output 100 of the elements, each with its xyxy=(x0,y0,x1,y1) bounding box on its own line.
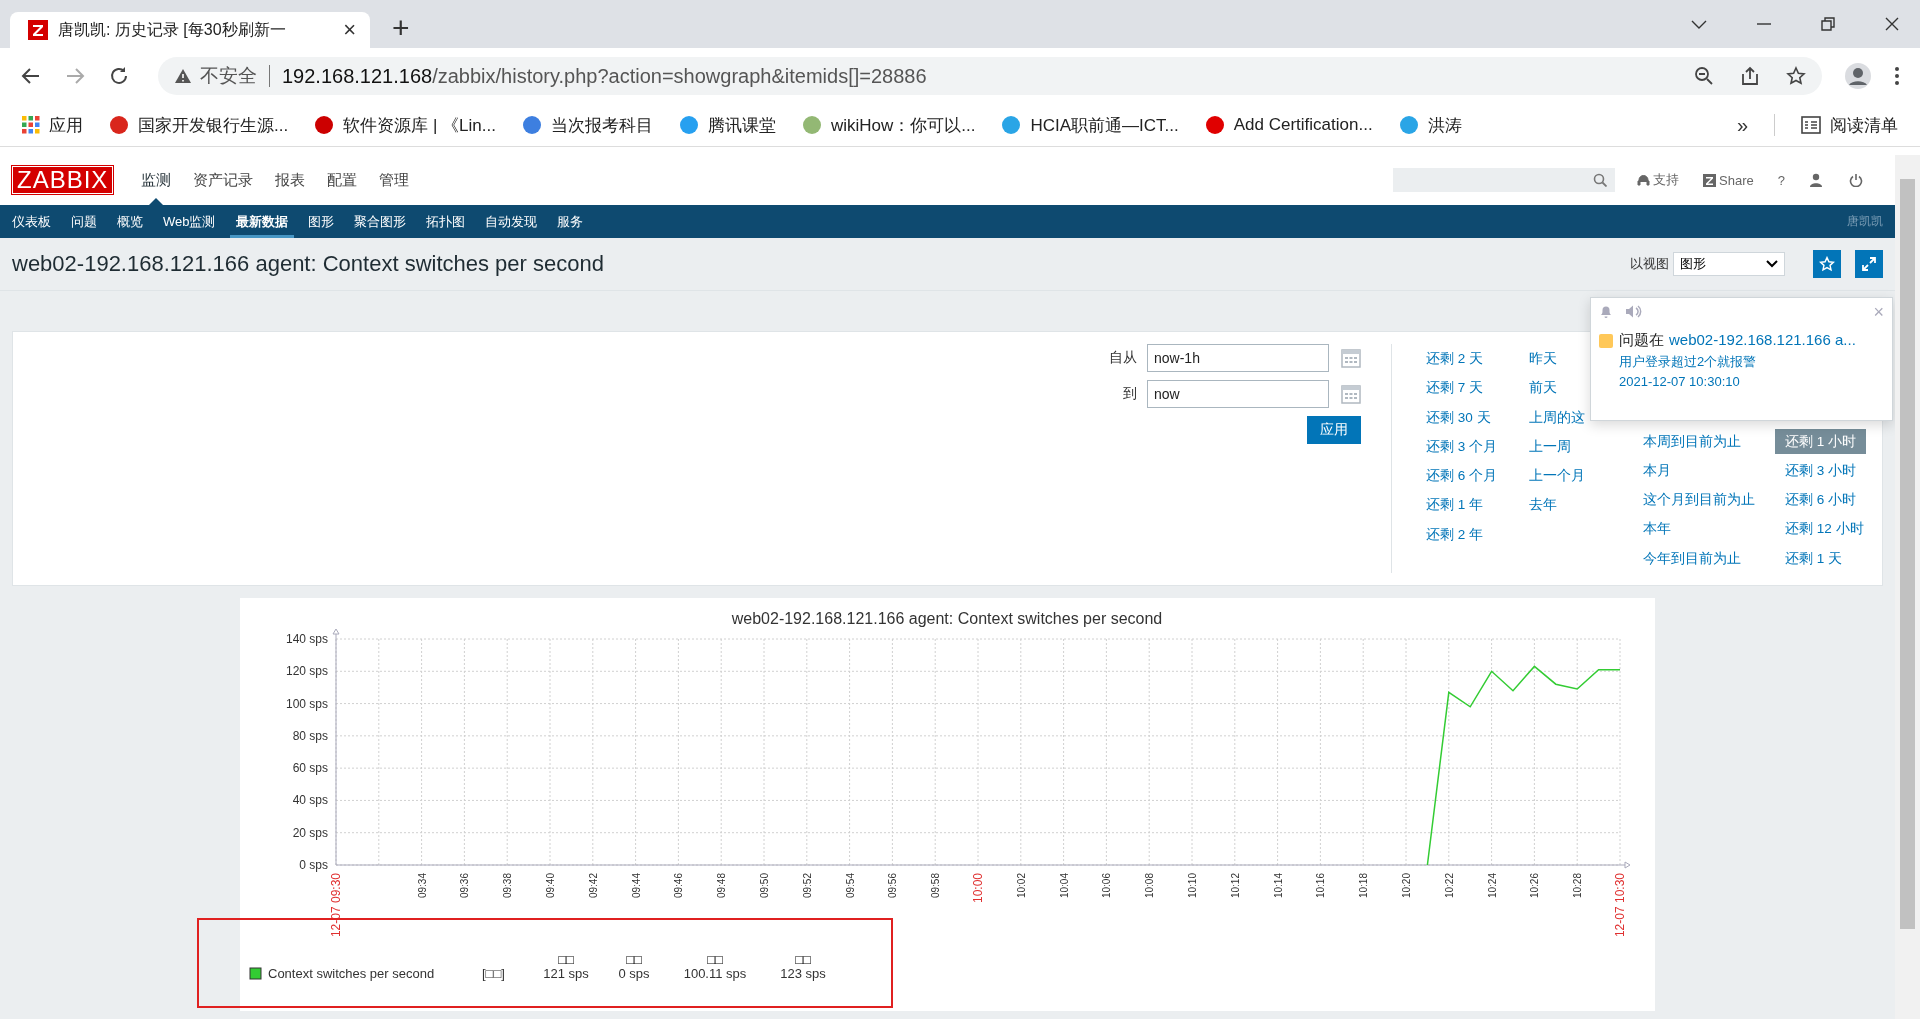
x-tick-label: 10:16 xyxy=(1315,873,1327,899)
time-range-link[interactable]: 还剩 12 小时 xyxy=(1775,514,1874,544)
time-range-link[interactable]: 还剩 2 年 xyxy=(1416,519,1493,550)
browser-tab[interactable]: 唐凯凯: 历史记录 [每30秒刷新一 × xyxy=(10,12,370,48)
host-link[interactable]: web02-192.168.121.166 a... xyxy=(1669,331,1856,350)
time-range-link[interactable]: 今年到目前为止 xyxy=(1633,543,1751,573)
share-link[interactable]: Share xyxy=(1703,172,1754,188)
submenu-item[interactable]: 图形 xyxy=(301,205,340,238)
to-label: 到 xyxy=(1123,385,1137,403)
help-link[interactable]: ? xyxy=(1777,172,1785,188)
submenu-item[interactable]: 服务 xyxy=(550,205,589,238)
from-field[interactable]: now-1h xyxy=(1147,344,1329,372)
x-tick-label: 10:22 xyxy=(1443,873,1455,899)
time-range-link[interactable]: 本周到目前为止 xyxy=(1633,426,1751,456)
main-menu-item[interactable]: 报表 xyxy=(267,155,314,205)
time-range-link[interactable]: 还剩 3 小时 xyxy=(1775,455,1866,486)
submenu-item[interactable]: 仪表板 xyxy=(6,205,57,238)
bookmark[interactable]: wikiHow：你可以... xyxy=(801,113,976,137)
view-label: 以视图 xyxy=(1630,255,1669,273)
bookmark[interactable]: 腾讯课堂 xyxy=(678,113,776,137)
main-menu-item[interactable]: 配置 xyxy=(319,155,366,205)
time-range-link[interactable]: 这个月到目前为止 xyxy=(1633,485,1765,515)
y-tick-label: 20 sps xyxy=(292,825,328,840)
search-field[interactable] xyxy=(1393,168,1616,192)
close-window-icon[interactable] xyxy=(1884,16,1900,32)
submenu-item[interactable]: 拓扑图 xyxy=(419,205,471,238)
time-range-link[interactable]: 前天 xyxy=(1519,373,1567,403)
reading-list-icon xyxy=(1801,116,1821,134)
main-menu-item[interactable]: 资产记录 xyxy=(185,155,262,205)
submenu-item[interactable]: Web监测 xyxy=(157,205,222,238)
user-icon[interactable] xyxy=(1809,173,1823,187)
x-tick-label: 09:38 xyxy=(502,873,514,899)
x-tick-label: 09:50 xyxy=(759,873,770,899)
address-bar[interactable]: 不安全 192.168.121.168/zabbix/history.php?action=showgraph&itemids[]=28886 xyxy=(158,57,1822,95)
y-tick-label: 140 sps xyxy=(285,632,328,646)
time-range-link[interactable]: 还剩 30 天 xyxy=(1416,402,1501,432)
view-select[interactable]: 图形 xyxy=(1673,252,1785,276)
scrollbar[interactable] xyxy=(1895,155,1920,1019)
search-icon xyxy=(1593,173,1608,187)
time-range-link[interactable]: 还剩 7 天 xyxy=(1416,373,1493,403)
y-tick-label: 40 sps xyxy=(292,793,328,808)
problem-link[interactable]: 用户登录超过2个就报警 xyxy=(1619,353,1856,371)
share-icon[interactable] xyxy=(1740,66,1760,86)
favorite-button[interactable] xyxy=(1813,250,1841,278)
time-range-link[interactable]: 昨天 xyxy=(1519,344,1567,374)
x-tick-label: 10:26 xyxy=(1529,873,1541,899)
profile-icon[interactable] xyxy=(1844,62,1872,90)
submenu-item[interactable]: 自动发现 xyxy=(478,205,543,238)
zabbix-logo[interactable]: ZABBIX xyxy=(12,166,114,194)
time-range-link[interactable]: 还剩 6 小时 xyxy=(1775,485,1866,515)
zoom-out-icon[interactable] xyxy=(1694,66,1714,86)
minimize-icon[interactable] xyxy=(1756,22,1772,26)
reload-icon[interactable] xyxy=(108,65,130,87)
legend-stat-header: □□ xyxy=(795,952,811,967)
time-range-link[interactable]: 上一个月 xyxy=(1519,461,1595,491)
bookmark[interactable]: 应用 xyxy=(22,113,83,137)
bookmark[interactable]: 当次报考科目 xyxy=(521,113,653,137)
time-range-link[interactable]: 还剩 6 个月 xyxy=(1416,461,1507,491)
submenu-item[interactable]: 问题 xyxy=(65,205,103,238)
bookmark[interactable]: 国家开发银行生源... xyxy=(109,113,289,137)
main-menu-item[interactable]: 监测 xyxy=(133,155,180,205)
event-time-link[interactable]: 2021-12-07 10:30:10 xyxy=(1619,374,1856,389)
time-range-link[interactable]: 还剩 3 个月 xyxy=(1416,431,1507,462)
page-title: web02-192.168.121.166 agent: Context switches per second xyxy=(12,251,604,277)
to-field[interactable]: now xyxy=(1147,380,1329,408)
legend-label: Context switches per second xyxy=(268,966,435,981)
reading-list-button[interactable]: 阅读清单 xyxy=(1801,113,1898,137)
time-range-link[interactable]: 本年 xyxy=(1633,514,1681,544)
time-range-link[interactable]: 本月 xyxy=(1633,455,1681,486)
submenu-item[interactable]: 聚合图形 xyxy=(347,205,412,238)
main-menu-item[interactable]: 管理 xyxy=(371,155,418,205)
apps-grid-icon xyxy=(22,116,40,134)
menu-icon[interactable] xyxy=(1894,66,1900,86)
caret-icon xyxy=(1766,260,1778,268)
y-tick-label: 100 sps xyxy=(285,696,328,711)
close-tab-button[interactable]: × xyxy=(343,17,356,43)
time-range-link[interactable]: 还剩 2 天 xyxy=(1416,344,1493,374)
bookmark[interactable]: 软件资源库 | 《Lin... xyxy=(314,113,496,137)
time-range-link[interactable]: 上一周 xyxy=(1519,431,1581,462)
star-icon[interactable] xyxy=(1786,66,1806,86)
time-range-link[interactable]: 还剩 1 天 xyxy=(1775,543,1852,573)
time-range-link[interactable]: 去年 xyxy=(1519,490,1567,520)
x-tick-label: 10:20 xyxy=(1401,873,1412,899)
power-icon[interactable] xyxy=(1849,173,1863,187)
apply-button[interactable]: 应用 xyxy=(1307,416,1361,444)
bookmark[interactable]: Add Certification... xyxy=(1204,115,1373,135)
y-tick-label: 0 sps xyxy=(299,858,328,872)
bookmark[interactable]: 洪涛 xyxy=(1398,113,1462,137)
bookmark[interactable]: HCIA职前通—ICT... xyxy=(1001,113,1179,137)
x-tick-label: 10:00 xyxy=(971,873,985,904)
new-tab-button[interactable]: + xyxy=(392,10,410,46)
more-bookmarks-button[interactable]: » xyxy=(1736,113,1748,137)
fullscreen-button[interactable] xyxy=(1855,250,1883,278)
x-tick-label: 09:42 xyxy=(587,873,599,899)
submenu-item[interactable]: 概览 xyxy=(111,205,149,238)
support-link[interactable]: 支持 xyxy=(1637,171,1680,189)
time-range-link[interactable]: 还剩 1 年 xyxy=(1416,490,1493,520)
restore-icon[interactable] xyxy=(1820,16,1836,32)
submenu-item[interactable]: 最新数据 xyxy=(229,205,294,238)
chevron-down-icon[interactable] xyxy=(1690,18,1708,30)
